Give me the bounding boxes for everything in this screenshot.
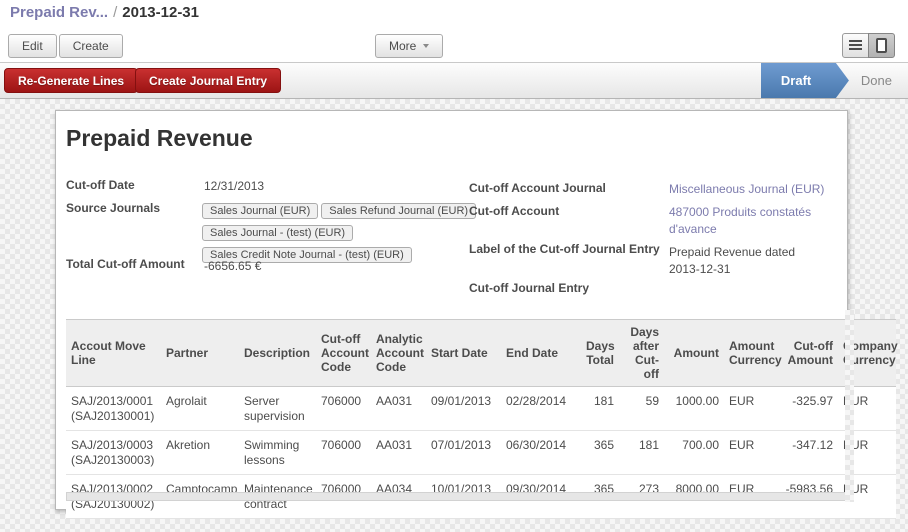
- table-cell[interactable]: 706000: [316, 387, 371, 431]
- table-cell[interactable]: AA031: [371, 387, 426, 431]
- column-header: Accout Move Line: [66, 320, 161, 387]
- horizontal-scrollbar[interactable]: [66, 492, 847, 501]
- source-journals-label: Source Journals: [66, 201, 198, 215]
- total-cutoff-amount-value: -6656.65 €: [204, 258, 261, 275]
- table-cell[interactable]: 06/30/2014: [501, 431, 581, 475]
- page-title: Prepaid Revenue: [66, 125, 253, 152]
- column-header: Days Total: [581, 320, 619, 387]
- column-header: Start Date: [426, 320, 501, 387]
- column-header: Amount Currency: [724, 320, 780, 387]
- table-cell[interactable]: Agrolait: [161, 387, 239, 431]
- page: Prepaid Rev.../2013-12-31 Edit Create Mo…: [0, 0, 908, 532]
- form-view-button[interactable]: [868, 33, 895, 58]
- list-icon: [849, 40, 862, 51]
- cutoff-lines-table: Accout Move LinePartnerDescriptionCut-of…: [66, 319, 896, 519]
- table-cell[interactable]: -325.97: [780, 387, 838, 431]
- table-cell[interactable]: AA031: [371, 431, 426, 475]
- table-cell[interactable]: 09/01/2013: [426, 387, 501, 431]
- table-cell[interactable]: 700.00: [664, 431, 724, 475]
- table-cell[interactable]: 706000: [316, 431, 371, 475]
- column-header: Amount: [664, 320, 724, 387]
- more-dropdown-button[interactable]: More: [375, 34, 443, 58]
- journal-tag[interactable]: Sales Journal - (test) (EUR): [202, 225, 353, 241]
- entry-label-label: Label of the Cut-off Journal Entry: [469, 242, 667, 256]
- column-header: Analytic Account Code: [371, 320, 426, 387]
- table-cell[interactable]: 59: [619, 387, 664, 431]
- column-header: Partner: [161, 320, 239, 387]
- create-button[interactable]: Create: [59, 34, 123, 58]
- column-header: Days after Cut-off: [619, 320, 664, 387]
- table-cell[interactable]: Server supervision: [239, 387, 316, 431]
- cutoff-account-value[interactable]: 487000 Produits constatés d'avance: [669, 204, 841, 238]
- table-cell[interactable]: SAJ/2013/0001 (SAJ20130001): [66, 387, 161, 431]
- table-cell[interactable]: 365: [581, 431, 619, 475]
- more-dropdown-wrap: More: [375, 34, 443, 58]
- breadcrumb: Prepaid Rev.../2013-12-31: [10, 4, 199, 21]
- column-header: Description: [239, 320, 316, 387]
- edit-button[interactable]: Edit: [8, 34, 57, 58]
- table-cell[interactable]: SAJ/2013/0003 (SAJ20130003): [66, 431, 161, 475]
- breadcrumb-separator: /: [108, 4, 122, 21]
- column-header: Cut-off Account Code: [316, 320, 371, 387]
- cutoff-account-label: Cut-off Account: [469, 204, 664, 218]
- journal-tag[interactable]: Sales Refund Journal (EUR): [321, 203, 476, 219]
- edit-create-button-group: Edit Create: [8, 34, 123, 58]
- status-bar: Draft Done: [761, 63, 908, 98]
- table-cell[interactable]: 1000.00: [664, 387, 724, 431]
- chevron-down-icon: [423, 44, 429, 48]
- table-cell[interactable]: EUR: [724, 387, 780, 431]
- view-switcher: [842, 33, 895, 58]
- more-label: More: [389, 39, 416, 53]
- cutoff-account-journal-value[interactable]: Miscellaneous Journal (EUR): [669, 181, 841, 198]
- status-done[interactable]: Done: [849, 63, 908, 98]
- cutoff-account-journal-label: Cut-off Account Journal: [469, 181, 664, 195]
- table-cell[interactable]: -347.12: [780, 431, 838, 475]
- regenerate-lines-button[interactable]: Re-Generate Lines: [4, 68, 138, 93]
- action-bar: Re-Generate Lines Create Journal Entry D…: [0, 62, 908, 99]
- table-row[interactable]: SAJ/2013/0001 (SAJ20130001)AgrolaitServe…: [66, 387, 896, 431]
- table-cell[interactable]: Swimming lessons: [239, 431, 316, 475]
- top-bar: Prepaid Rev.../2013-12-31 Edit Create Mo…: [0, 0, 908, 62]
- form-view-icon: [876, 38, 887, 53]
- form-sheet: Prepaid Revenue Cut-off Date 12/31/2013 …: [55, 110, 848, 510]
- table-cell[interactable]: 07/01/2013: [426, 431, 501, 475]
- cutoff-journal-entry-label: Cut-off Journal Entry: [469, 281, 667, 295]
- list-view-button[interactable]: [842, 33, 869, 58]
- column-header: Cut-off Amount: [780, 320, 838, 387]
- journal-tag[interactable]: Sales Journal (EUR): [202, 203, 318, 219]
- create-journal-entry-button[interactable]: Create Journal Entry: [135, 68, 281, 93]
- table-cell[interactable]: 02/28/2014: [501, 387, 581, 431]
- column-header: End Date: [501, 320, 581, 387]
- breadcrumb-parent-link[interactable]: Prepaid Rev...: [10, 4, 108, 21]
- table-header-row: Accout Move LinePartnerDescriptionCut-of…: [66, 320, 896, 387]
- entry-label-value: Prepaid Revenue dated 2013-12-31: [669, 244, 829, 278]
- status-draft[interactable]: Draft: [761, 63, 849, 98]
- cutoff-date-value[interactable]: 12/31/2013: [204, 178, 264, 195]
- table-cell[interactable]: EUR: [724, 431, 780, 475]
- table-row[interactable]: SAJ/2013/0003 (SAJ20130003)AkretionSwimm…: [66, 431, 896, 475]
- table-cell[interactable]: 181: [581, 387, 619, 431]
- total-cutoff-amount-label: Total Cut-off Amount: [66, 257, 198, 271]
- sheet-edge-band: [845, 310, 854, 502]
- breadcrumb-current: 2013-12-31: [122, 4, 199, 21]
- table-cell[interactable]: Akretion: [161, 431, 239, 475]
- table-cell[interactable]: 181: [619, 431, 664, 475]
- cutoff-date-label: Cut-off Date: [66, 178, 198, 192]
